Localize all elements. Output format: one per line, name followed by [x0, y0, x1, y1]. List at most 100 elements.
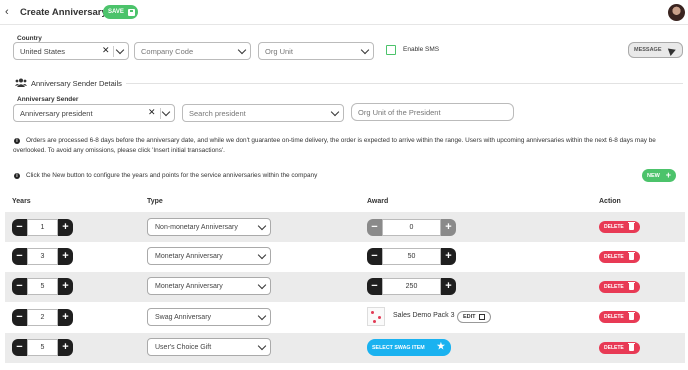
anniversary-sender-label: Anniversary Sender: [17, 96, 79, 103]
org-unit-select[interactable]: Org Unit: [258, 42, 374, 60]
delete-label: DELETE: [604, 345, 624, 351]
delete-button[interactable]: DELETE: [599, 311, 640, 323]
save-label: SAVE: [108, 9, 124, 15]
minus-icon[interactable]: −: [367, 219, 382, 236]
type-value: Non-monetary Anniversary: [155, 223, 238, 231]
award-stepper[interactable]: − 50 +: [367, 248, 456, 265]
back-arrow-icon[interactable]: ‹: [5, 6, 9, 18]
page-header: ‹ Create Anniversary SAVE: [0, 0, 688, 25]
chevron-down-icon: [257, 311, 267, 321]
message-button[interactable]: MESSAGE: [628, 42, 683, 58]
org-unit-president-input[interactable]: Org Unit of the President: [351, 103, 514, 121]
award-stepper[interactable]: − 0 +: [367, 219, 456, 236]
type-select[interactable]: Monetary Anniversary: [147, 247, 271, 265]
minus-icon[interactable]: −: [12, 339, 27, 356]
chevron-down-icon: [257, 280, 267, 290]
table-row: [5, 272, 685, 302]
years-value[interactable]: 2: [27, 309, 58, 326]
years-value[interactable]: 5: [27, 278, 58, 295]
type-value: Monetary Anniversary: [155, 252, 223, 260]
enable-sms-label: Enable SMS: [403, 46, 440, 53]
trash-icon: [628, 343, 635, 351]
column-header-action: Action: [599, 198, 621, 205]
swag-item-name: Sales Demo Pack 3: [393, 312, 455, 319]
search-president-select[interactable]: Search president: [182, 104, 344, 122]
chevron-down-icon: [257, 341, 267, 351]
new-label: NEW: [647, 172, 660, 179]
chevron-down-icon: [257, 221, 267, 231]
award-stepper[interactable]: − 250 +: [367, 278, 456, 295]
chevron-down-icon: [257, 250, 267, 260]
clear-icon[interactable]: ✕: [102, 45, 110, 56]
years-value[interactable]: 3: [27, 248, 58, 265]
minus-icon[interactable]: −: [12, 278, 27, 295]
minus-icon[interactable]: −: [367, 278, 382, 295]
users-icon: [15, 78, 27, 87]
search-president-placeholder: Search president: [189, 108, 246, 118]
award-value[interactable]: 250: [382, 278, 441, 295]
minus-icon[interactable]: −: [12, 248, 27, 265]
info-icon: i: [14, 173, 20, 179]
anniversary-sender-select[interactable]: Anniversary president ✕: [13, 104, 175, 122]
country-select[interactable]: United States ✕: [13, 42, 129, 60]
years-stepper[interactable]: − 5 +: [12, 339, 73, 356]
country-value: United States: [20, 46, 66, 56]
select-swag-label: SELECT SWAG ITEM: [372, 344, 425, 351]
plus-icon[interactable]: +: [58, 248, 73, 265]
years-stepper[interactable]: − 2 +: [12, 309, 73, 326]
divider: [113, 46, 114, 57]
org-unit-placeholder: Org Unit: [265, 46, 293, 56]
table-row: [5, 302, 685, 332]
plus-icon[interactable]: +: [441, 248, 456, 265]
minus-icon[interactable]: −: [12, 309, 27, 326]
plus-icon[interactable]: +: [58, 309, 73, 326]
swag-item-thumbnail: [367, 307, 385, 326]
years-value[interactable]: 1: [27, 219, 58, 236]
years-stepper[interactable]: − 1 +: [12, 219, 73, 236]
type-select[interactable]: User's Choice Gift: [147, 338, 271, 356]
delete-button[interactable]: DELETE: [599, 251, 640, 263]
years-stepper[interactable]: − 5 +: [12, 278, 73, 295]
column-header-years: Years: [12, 198, 31, 205]
award-value[interactable]: 50: [382, 248, 441, 265]
type-select[interactable]: Non-monetary Anniversary: [147, 218, 271, 236]
type-value: Swag Anniversary: [155, 313, 212, 321]
award-value[interactable]: 0: [382, 219, 441, 236]
select-swag-item-button[interactable]: SELECT SWAG ITEM ★: [367, 339, 451, 356]
new-button[interactable]: NEW +: [642, 169, 676, 182]
type-select[interactable]: Swag Anniversary: [147, 308, 271, 326]
delete-label: DELETE: [604, 284, 624, 290]
avatar[interactable]: [668, 4, 685, 21]
edit-button[interactable]: EDIT: [457, 311, 491, 323]
delete-button[interactable]: DELETE: [599, 281, 640, 293]
clear-icon[interactable]: ✕: [148, 107, 156, 118]
minus-icon[interactable]: −: [367, 248, 382, 265]
plus-icon[interactable]: +: [58, 339, 73, 356]
delete-label: DELETE: [604, 224, 624, 230]
company-code-select[interactable]: Company Code: [134, 42, 251, 60]
divider: [160, 108, 161, 119]
save-button[interactable]: SAVE: [103, 5, 138, 19]
type-value: User's Choice Gift: [155, 343, 212, 351]
plus-icon[interactable]: +: [441, 219, 456, 236]
plus-icon[interactable]: +: [58, 278, 73, 295]
star-icon: ★: [436, 341, 445, 351]
plus-icon[interactable]: +: [441, 278, 456, 295]
type-select[interactable]: Monetary Anniversary: [147, 277, 271, 295]
delete-button[interactable]: DELETE: [599, 342, 640, 354]
plus-icon: +: [665, 170, 671, 180]
company-code-placeholder: Company Code: [141, 46, 194, 56]
trash-icon: [628, 222, 635, 230]
delete-label: DELETE: [604, 314, 624, 320]
column-header-award: Award: [367, 198, 389, 205]
years-value[interactable]: 5: [27, 339, 58, 356]
column-header-type: Type: [147, 198, 163, 205]
minus-icon[interactable]: −: [12, 219, 27, 236]
delete-label: DELETE: [604, 254, 624, 260]
delete-button[interactable]: DELETE: [599, 221, 640, 233]
country-label: Country: [17, 35, 42, 42]
plus-icon[interactable]: +: [58, 219, 73, 236]
years-stepper[interactable]: − 3 +: [12, 248, 73, 265]
enable-sms-checkbox[interactable]: [386, 45, 396, 55]
org-unit-president-placeholder: Org Unit of the President: [358, 107, 441, 117]
